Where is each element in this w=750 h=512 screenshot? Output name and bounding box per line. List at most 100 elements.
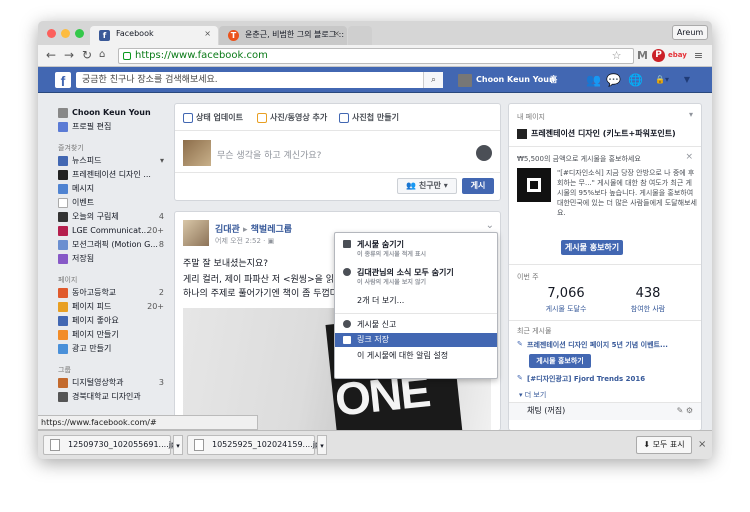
tab-status-update[interactable]: 상태 업데이트 — [183, 113, 243, 123]
minimize-window-button[interactable] — [61, 29, 70, 38]
home-icon[interactable]: ⌂ — [99, 48, 105, 62]
page-selector[interactable]: 프레젠테이션 디자인 (키노트+파워포인트) — [517, 128, 693, 140]
recent-post-1[interactable]: ✎ 프레젠테이션 디자인 페이지 5년 기념 이벤트... — [517, 340, 697, 350]
composer-input[interactable]: 무슨 생각을 하고 계신가요? — [217, 148, 321, 161]
flag-plus-icon — [58, 330, 68, 340]
search-placeholder: 궁금한 친구나 장소를 검색해보세요. — [82, 75, 218, 85]
download-menu-arrow-icon[interactable]: ▾ — [317, 435, 327, 455]
nav-item-edit-profile[interactable]: 프로필 편집 — [58, 121, 168, 133]
facebook-logo-icon[interactable]: f — [55, 72, 71, 89]
header-home-link[interactable]: 홈 — [550, 72, 557, 88]
nav-item-group-digital[interactable]: 디지털영상학과 3 — [58, 377, 168, 389]
messages-icon[interactable]: 💬 — [606, 73, 621, 87]
menu-item-notifications[interactable]: 이 게시물에 대한 알림 설정 — [335, 350, 497, 361]
close-icon[interactable]: × — [685, 152, 693, 162]
notifications-globe-icon[interactable]: 🌐 — [628, 73, 643, 87]
gmail-extension-icon[interactable]: M — [636, 49, 649, 62]
close-downloads-icon[interactable]: × — [698, 439, 706, 450]
post-options-chevron-icon[interactable]: ⌄ — [486, 220, 494, 231]
nav-item-profile[interactable]: Choon Keun Youn — [58, 107, 168, 119]
flag-icon — [58, 302, 68, 312]
nav-item-pages-feed[interactable]: 페이지 피드 20+ — [58, 301, 168, 313]
chat-bar[interactable]: 채팅 (꺼짐) ✎ ⚙ — [509, 402, 701, 420]
page-icon — [58, 170, 68, 180]
chat-settings-icon[interactable]: ✎ ⚙ — [677, 403, 693, 419]
close-tab-icon[interactable]: × — [333, 29, 340, 38]
close-tab-icon[interactable]: × — [204, 29, 211, 38]
menu-item-hide-post[interactable]: 게시물 숨기기 이 종류의 게시물 적게 표시 — [335, 239, 497, 259]
nav-item-events[interactable]: 이벤트 — [58, 197, 168, 209]
audience-selector[interactable]: 👥 친구만 ▾ — [397, 178, 457, 194]
friend-requests-icon[interactable]: 👥 — [586, 73, 601, 87]
tab-create-album[interactable]: 사진첩 만들기 — [339, 113, 399, 123]
post-author-link[interactable]: 김대관 — [215, 225, 240, 235]
camera-icon[interactable] — [476, 145, 492, 161]
post-timestamp[interactable]: 어제 오전 2:52 · ▣ — [215, 236, 274, 246]
nav-item-page-school[interactable]: 동아고등학교 2 — [58, 287, 168, 299]
facebook-search-input[interactable]: 궁금한 친구나 장소를 검색해보세요. ⌕ — [76, 72, 443, 88]
download-item-2[interactable]: 10525925_102024159....jpg — [187, 435, 325, 455]
post-group-link[interactable]: 책벌레그룹 — [251, 225, 292, 235]
close-window-button[interactable] — [47, 29, 56, 38]
nav-item-saved[interactable]: 저장됨 — [58, 253, 168, 265]
nav-item-label: 프로필 편집 — [72, 122, 112, 131]
audience-label: 친구만 ▾ — [418, 181, 448, 190]
nav-item-pages-like[interactable]: 페이지 좋아요 — [58, 315, 168, 327]
ebay-extension-icon[interactable]: ebay — [668, 49, 687, 62]
tab-strip: f Facebook × T 윤춘근, 비범한 그의 블로그 :: 로 × Ar… — [38, 21, 712, 45]
hide-icon — [343, 240, 351, 248]
nav-item-label: 페이지 만들기 — [72, 330, 119, 339]
my-pages-title: 내 페이지 — [517, 113, 545, 121]
menu-item-more[interactable]: 2개 더 보기... — [335, 295, 497, 306]
nav-item-count: 20+ — [147, 302, 164, 311]
nav-item-group-design[interactable]: 경북대학교 디자인과 — [58, 391, 168, 403]
this-week-title: 이번 주 — [517, 273, 539, 281]
nav-item-label: 이벤트 — [72, 198, 95, 207]
forward-arrow-icon[interactable]: → — [64, 48, 74, 62]
nav-item-group-3[interactable]: 모션그래픽 (Motion G... 8 — [58, 239, 168, 251]
zoom-window-button[interactable] — [75, 29, 84, 38]
composer-card: 상태 업데이트 사진/동영상 추가 사진첩 만들기 무슨 생각을 하고 계신가요… — [174, 103, 501, 201]
menu-item-report[interactable]: 게시물 신고 — [335, 319, 497, 330]
nav-item-newsfeed[interactable]: 뉴스피드 ▾ — [58, 155, 168, 167]
post-text-line-3: 하나의 주제로 풀어가기엔 책이 좀 두껍다 — [183, 289, 339, 299]
header-profile-link[interactable]: Choon Keun Youn — [458, 72, 555, 88]
reload-icon[interactable]: ↻ — [82, 48, 92, 62]
post-button[interactable]: 게시 — [462, 178, 494, 194]
back-arrow-icon[interactable]: ← — [46, 48, 56, 62]
menu-hamburger-icon[interactable]: ≡ — [692, 49, 705, 62]
recent-post-title: 프레젠테이션 디자인 페이지 5년 기념 이벤트... — [527, 341, 668, 349]
nav-item-messages[interactable]: 메시지 — [58, 183, 168, 195]
new-tab-button[interactable] — [348, 26, 372, 45]
nav-item-create-page[interactable]: 페이지 만들기 — [58, 329, 168, 341]
show-all-downloads-button[interactable]: ⬇ 모두 표시 — [636, 436, 692, 454]
right-column: 내 페이지 ▾ 프레젠테이션 디자인 (키노트+파워포인트) ₩5,500의 금… — [508, 103, 702, 431]
privacy-lock-icon[interactable]: 🔒▾ — [652, 73, 672, 87]
recent-post-2[interactable]: ✎ [#디자인광고] Fjord Trends 2016 — [517, 374, 697, 384]
tab-facebook[interactable]: f Facebook × — [90, 26, 218, 45]
chevron-down-icon[interactable]: ▾ — [689, 110, 693, 119]
download-item-1[interactable]: 12509730_102055691....jpg — [43, 435, 181, 455]
tab-blog[interactable]: T 윤춘근, 비범한 그의 블로그 :: 로 × — [219, 26, 347, 45]
account-dropdown-icon[interactable]: ▼ — [680, 73, 694, 87]
search-icon[interactable]: ⌕ — [423, 72, 443, 88]
boost-recent-post-button[interactable]: 게시물 홍보하기 — [529, 354, 591, 368]
tab-add-photo[interactable]: 사진/동영상 추가 — [257, 113, 327, 123]
boost-post-button[interactable]: 게시물 홍보하기 — [561, 240, 623, 255]
engaged-label[interactable]: 참여한 사람 — [613, 304, 683, 314]
address-bar[interactable]: https://www.facebook.com — [118, 48, 634, 64]
nav-item-group-2[interactable]: LGE Communicat... 20+ — [58, 225, 168, 237]
menu-item-save-link[interactable]: 링크 저장 — [335, 333, 497, 347]
see-more-link[interactable]: ▾ 더 보기 — [519, 390, 546, 400]
reach-label[interactable]: 게시물 도달수 — [531, 304, 601, 314]
nav-item-create-ad[interactable]: 광고 만들기 — [58, 343, 168, 355]
download-menu-arrow-icon[interactable]: ▾ — [173, 435, 183, 455]
bookmark-star-icon[interactable]: ☆ — [610, 49, 623, 62]
profile-button[interactable]: Areum — [672, 25, 708, 40]
avatar — [58, 108, 68, 118]
menu-item-label: 이 게시물에 대한 알림 설정 — [357, 351, 449, 360]
nav-item-presentation-page[interactable]: 프레젠테이션 디자인 ... — [58, 169, 168, 181]
pinterest-extension-icon[interactable]: P — [652, 49, 665, 62]
menu-item-unfollow[interactable]: 김대관님의 소식 모두 숨기기 이 사람의 게시물 보지 않기 — [335, 267, 497, 287]
nav-item-group-1[interactable]: 오늘의 구림체 4 — [58, 211, 168, 223]
